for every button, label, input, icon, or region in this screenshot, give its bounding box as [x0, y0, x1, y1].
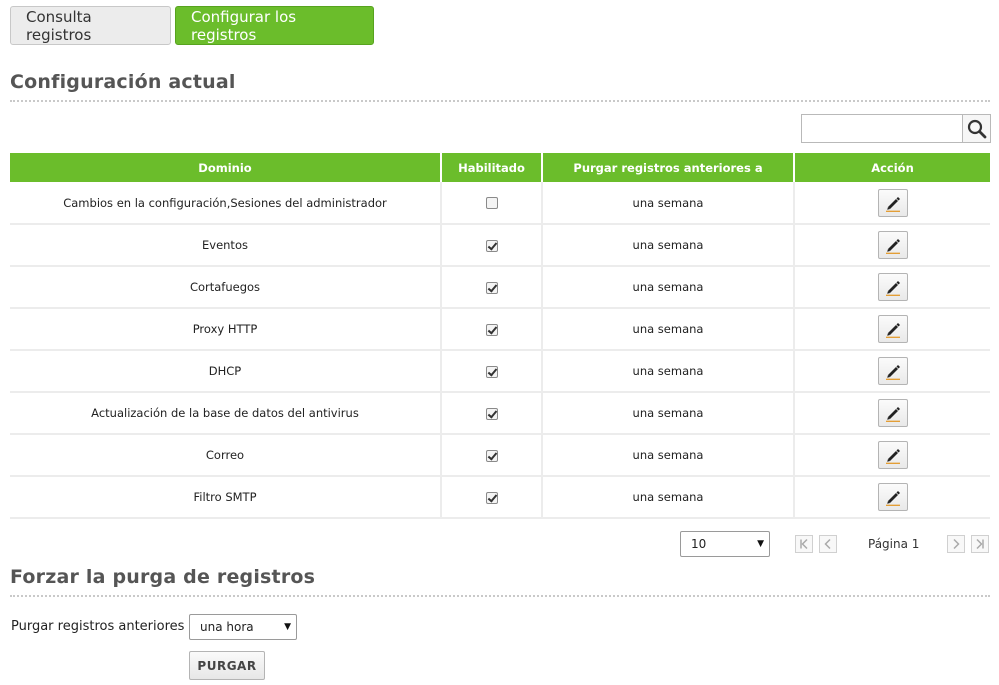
page-size-value: 10 [691, 537, 707, 551]
action-cell [794, 434, 990, 477]
enabled-cell [441, 182, 543, 225]
edit-button[interactable] [877, 273, 908, 301]
last-page-icon [976, 538, 984, 550]
first-page-button[interactable] [795, 535, 813, 553]
enabled-cell [441, 308, 543, 351]
edit-button[interactable] [877, 231, 908, 259]
edit-button[interactable] [877, 483, 908, 511]
table-row: Cambios en la configuración,Sesiones del… [10, 182, 990, 225]
domain-cell: Cortafuegos [10, 266, 442, 309]
domain-cell: Proxy HTTP [10, 308, 442, 351]
table-row: Correo una semana [10, 434, 990, 477]
purge-cell: una semana [542, 224, 795, 267]
tab-view-logs[interactable]: Consulta registros [10, 6, 171, 45]
action-cell [794, 182, 990, 225]
domain-cell: Filtro SMTP [10, 476, 442, 519]
action-cell [794, 266, 990, 309]
purge-cell: una semana [542, 476, 795, 519]
log-domains-table: Dominio Habilitado Purgar registros ante… [10, 153, 990, 519]
table-row: Actualización de la base de datos del an… [10, 392, 990, 435]
pencil-icon [885, 196, 900, 212]
column-header-action: Acción [794, 153, 990, 182]
purge-button[interactable]: PURGAR [189, 651, 265, 680]
table-row: DHCP una semana [10, 350, 990, 393]
enabled-checkbox[interactable] [485, 365, 498, 378]
edit-button[interactable] [877, 399, 908, 427]
table-header-row: Dominio Habilitado Purgar registros ante… [10, 153, 990, 182]
pencil-icon [885, 449, 900, 464]
section-divider [10, 595, 990, 597]
enabled-cell [441, 476, 543, 519]
pencil-icon [885, 323, 900, 338]
enabled-cell [441, 434, 543, 477]
purge-cell: una semana [542, 266, 795, 309]
search-button[interactable] [962, 114, 991, 143]
search-box [801, 114, 991, 143]
column-header-domain: Dominio [10, 153, 442, 182]
edit-button[interactable] [877, 357, 908, 385]
action-cell [794, 224, 990, 267]
search-input[interactable] [801, 114, 962, 143]
next-page-button[interactable] [947, 535, 965, 553]
page-size-select[interactable]: 10 ▼ [680, 531, 770, 557]
dropdown-arrow-icon: ▼ [284, 622, 291, 632]
pencil-icon [885, 491, 900, 506]
table-row: Proxy HTTP una semana [10, 308, 990, 351]
chevron-left-icon [824, 538, 831, 550]
current-config-title: Configuración actual [10, 71, 236, 93]
purge-period-label: Purgar registros anteriores a: [11, 619, 201, 634]
enabled-checkbox[interactable] [485, 449, 498, 462]
domain-cell: Actualización de la base de datos del an… [10, 392, 442, 435]
action-cell [794, 392, 990, 435]
purge-cell: una semana [542, 392, 795, 435]
enabled-cell [441, 392, 543, 435]
domain-cell: Correo [10, 434, 442, 477]
section-divider [10, 100, 990, 102]
action-cell [794, 350, 990, 393]
search-icon [967, 119, 986, 138]
domain-cell: Cambios en la configuración,Sesiones del… [10, 182, 442, 225]
column-header-purge: Purgar registros anteriores a [542, 153, 795, 182]
pencil-icon [885, 407, 900, 422]
enabled-cell [441, 224, 543, 267]
pencil-icon [885, 239, 900, 254]
purge-cell: una semana [542, 434, 795, 477]
enabled-checkbox[interactable] [485, 197, 498, 209]
pencil-icon [885, 281, 900, 296]
domain-cell: DHCP [10, 350, 442, 393]
enabled-cell [441, 350, 543, 393]
domain-cell: Eventos [10, 224, 442, 267]
purge-cell: una semana [542, 350, 795, 393]
tab-configure-logs[interactable]: Configurar los registros [175, 6, 374, 45]
enabled-cell [441, 266, 543, 309]
action-cell [794, 308, 990, 351]
previous-page-button[interactable] [819, 535, 837, 553]
enabled-checkbox[interactable] [485, 239, 498, 252]
first-page-icon [800, 538, 808, 550]
enabled-checkbox[interactable] [485, 407, 498, 420]
table-row: Filtro SMTP una semana [10, 476, 990, 519]
purge-cell: una semana [542, 308, 795, 351]
enabled-checkbox[interactable] [485, 281, 498, 294]
purge-period-value: una hora [200, 620, 254, 634]
last-page-button[interactable] [971, 535, 989, 553]
table-row: Eventos una semana [10, 224, 990, 267]
edit-button[interactable] [877, 441, 908, 469]
force-purge-title: Forzar la purga de registros [10, 566, 316, 588]
chevron-right-icon [953, 538, 960, 550]
table-row: Cortafuegos una semana [10, 266, 990, 309]
purge-period-select[interactable]: una hora ▼ [189, 614, 297, 640]
column-header-enabled: Habilitado [441, 153, 543, 182]
edit-button[interactable] [877, 188, 908, 217]
action-cell [794, 476, 990, 519]
tab-bar: Consulta registros Configurar los regist… [10, 6, 374, 45]
edit-button[interactable] [877, 315, 908, 343]
page-indicator: Página 1 [868, 537, 920, 551]
enabled-checkbox[interactable] [485, 323, 498, 336]
purge-cell: una semana [542, 182, 795, 225]
pencil-icon [885, 365, 900, 380]
dropdown-arrow-icon: ▼ [757, 539, 764, 549]
enabled-checkbox[interactable] [485, 491, 498, 504]
